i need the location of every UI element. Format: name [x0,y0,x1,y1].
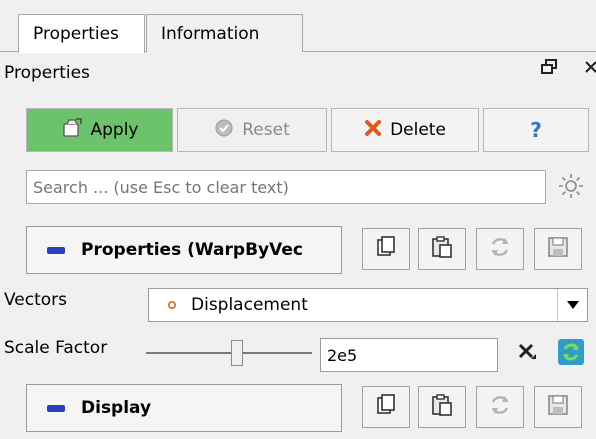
paste-icon [429,392,455,423]
delete-icon [364,119,382,142]
scale-factor-slider-handle[interactable] [230,340,243,366]
delete-button[interactable]: Delete [331,108,479,152]
tab-properties[interactable]: Properties [18,14,145,53]
paste-properties-button[interactable] [418,228,466,270]
save-icon [545,234,571,265]
clear-icon [516,341,538,368]
reload-icon [487,392,513,423]
tab-properties-label: Properties [33,24,119,44]
reload-icon [487,234,513,265]
clear-scale-factor-button[interactable] [508,336,546,372]
reset-button[interactable]: Reset [177,108,327,152]
vectors-value: Displacement [191,295,308,315]
paste-display-button[interactable] [418,386,466,428]
delete-label: Delete [390,120,446,140]
scale-factor-label: Scale Factor [4,338,108,358]
help-icon: ? [530,118,542,142]
display-section-header[interactable]: Display [26,384,342,432]
collapse-dash-icon [47,404,65,412]
copy-properties-button[interactable] [362,228,410,270]
scale-factor-input[interactable] [320,338,498,372]
vectors-label: Vectors [4,290,68,310]
point-data-icon [167,295,177,315]
search-input[interactable] [26,170,546,204]
float-panel-icon[interactable] [540,58,562,84]
copy-icon [373,392,399,423]
reset-icon [214,118,234,143]
save-icon [545,392,571,423]
close-panel-icon[interactable] [583,58,596,84]
save-display-button[interactable] [534,386,582,428]
reset-to-default-button[interactable] [552,336,590,372]
advanced-properties-gear-button[interactable] [552,170,590,206]
panel-title: Properties [4,63,90,83]
scale-factor-slider-track[interactable] [146,352,312,354]
gear-icon [557,172,585,205]
save-properties-button[interactable] [534,228,582,270]
copy-display-button[interactable] [362,386,410,428]
reset-to-default-icon [557,338,585,371]
apply-label: Apply [90,120,139,140]
properties-section-header[interactable]: Properties (WarpByVec [26,226,342,274]
help-button[interactable]: ? [483,108,589,152]
collapse-dash-icon [47,246,65,254]
copy-icon [373,234,399,265]
vectors-dropdown[interactable]: Displacement [148,288,588,322]
reset-label: Reset [242,120,290,140]
display-section-label: Display [81,398,152,418]
reload-display-button[interactable] [476,386,524,428]
dropdown-arrow-icon[interactable] [557,289,587,321]
reload-properties-button[interactable] [476,228,524,270]
apply-button[interactable]: Apply [26,108,173,152]
apply-icon [61,117,83,144]
tab-information[interactable]: Information [146,14,303,52]
properties-section-label: Properties (WarpByVec [81,240,303,260]
tab-information-label: Information [161,23,260,44]
paste-icon [429,234,455,265]
